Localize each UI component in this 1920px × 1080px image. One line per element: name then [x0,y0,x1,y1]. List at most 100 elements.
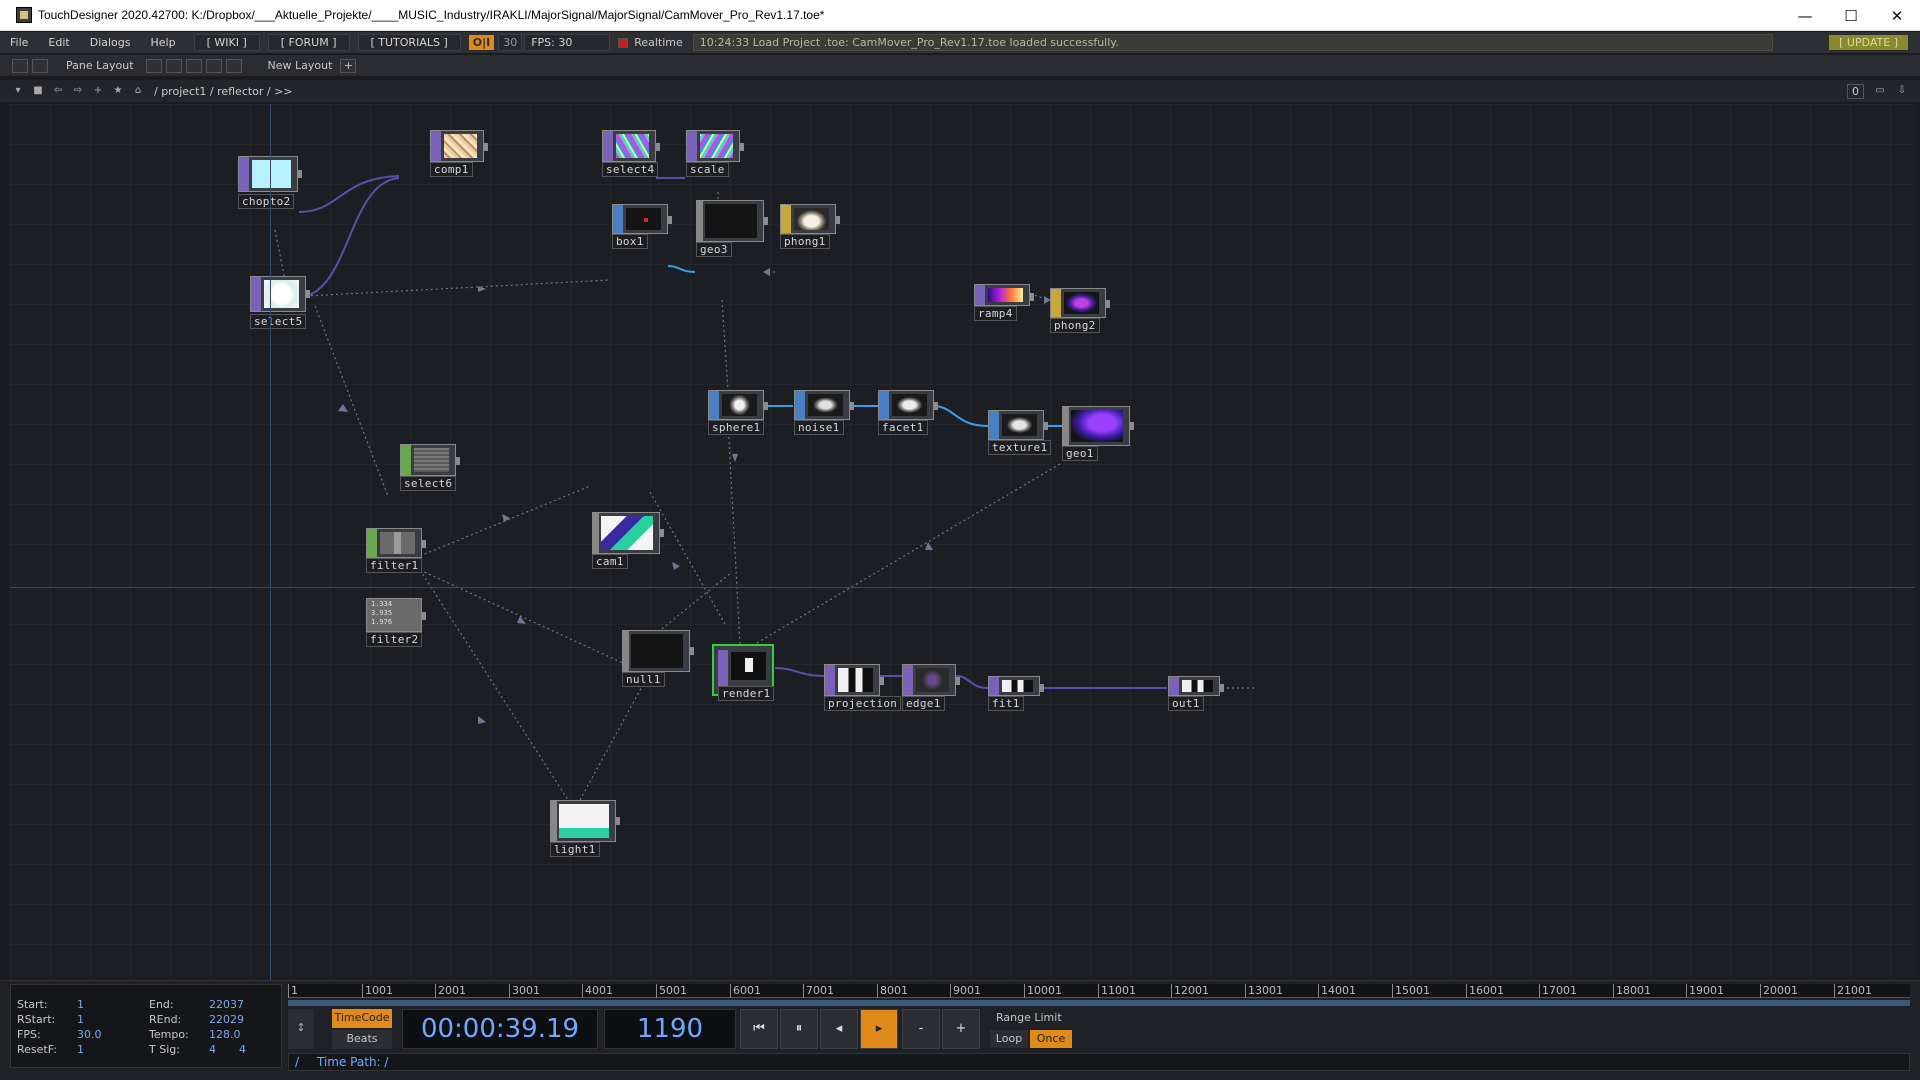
node-geo1[interactable]: geo1 [1062,406,1134,461]
arrow-filter2-cam1 [502,514,510,522]
fps-value[interactable]: 30.0 [77,1028,102,1041]
layout-split-v-icon[interactable] [165,58,182,73]
node-phong1[interactable]: phong1 [780,204,840,249]
node-label: scale [686,162,729,177]
time-path-field[interactable]: / Time Path: / [288,1053,1910,1071]
node-select5[interactable]: select5 [250,276,310,329]
node-edge1[interactable]: edge1 [902,664,960,711]
pane-icon-viewer[interactable] [32,58,48,73]
play-button[interactable]: ▸ [860,1009,898,1049]
node-chopto2[interactable]: chopto2 [238,156,302,209]
ruler-tick: 5001 [656,984,687,998]
menu-help[interactable]: Help [141,36,186,49]
pause-button[interactable]: ⏸ [780,1009,818,1049]
resetf-value[interactable]: 1 [77,1043,84,1056]
tutorials-button[interactable]: [ TUTORIALS ] [357,34,461,51]
node-select6[interactable]: select6 [400,444,460,491]
layout-split-h-icon[interactable] [185,58,202,73]
node-select4[interactable]: select4 [602,130,660,177]
end-value[interactable]: 22037 [209,998,244,1011]
node-render1[interactable]: render1 [712,644,775,701]
minimize-button[interactable]: — [1782,0,1828,31]
once-button[interactable]: Once [1030,1030,1072,1048]
menu-bar: File Edit Dialogs Help [ WIKI ] [ FORUM … [0,32,1920,54]
loop-button[interactable]: Loop [990,1030,1028,1048]
skip-to-start-button[interactable]: ⏮ [740,1009,778,1049]
layout-single-icon[interactable] [145,58,162,73]
node-texture1[interactable]: texture1 [988,410,1052,455]
node-fit1[interactable]: fit1 [988,676,1044,711]
menu-file[interactable]: File [0,36,38,49]
step-plus-button[interactable]: + [942,1009,980,1049]
layout-three-icon[interactable] [205,58,222,73]
time-display[interactable]: 00:00:39.19 [402,1009,598,1049]
new-layout-label[interactable]: New Layout [268,59,333,72]
oi-toggle[interactable]: O|I [468,35,495,50]
realtime-checkbox[interactable] [618,37,629,48]
node-light1[interactable]: light1 [550,800,620,857]
node-scale[interactable]: scale [686,130,744,177]
node-comp1[interactable]: comp1 [430,130,488,177]
ruler-tick: 1001 [362,984,393,998]
node-label: select4 [602,162,659,177]
node-box1[interactable]: box1 [612,204,672,249]
timeline-toggle-icon[interactable]: ↕ [288,1009,314,1049]
status-message: 10:24:33 Load Project .toe: CamMover_Pro… [692,34,1773,51]
node-label: render1 [718,686,775,701]
close-button[interactable]: ✕ [1874,0,1920,31]
ruler-tick: 15001 [1392,984,1430,998]
node-noise1[interactable]: noise1 [794,390,854,435]
stop-icon[interactable]: ■ [30,84,46,98]
star-icon[interactable]: ★ [110,84,126,98]
back-icon[interactable]: ⇦ [50,84,66,98]
add-layout-button[interactable]: + [340,58,357,73]
maximize-button[interactable]: ☐ [1828,0,1874,31]
layout-four-icon[interactable] [225,58,242,73]
menu-dialogs[interactable]: Dialogs [80,36,141,49]
node-sphere1[interactable]: sphere1 [708,390,768,435]
pin-icon[interactable]: ⇩ [1894,84,1910,98]
rstart-value[interactable]: 1 [77,1013,84,1026]
node-label: fit1 [988,696,1024,711]
node-geo3[interactable]: geo3 [696,200,768,257]
node-projection[interactable]: projection [824,664,902,711]
forward-icon[interactable]: ⇨ [70,84,86,98]
step-back-button[interactable]: ◂ [820,1009,858,1049]
tsig-numerator[interactable]: 4 [209,1043,216,1056]
node-null1[interactable]: null1 [622,630,694,687]
timeline-ruler[interactable]: 1 1001 2001 3001 4001 5001 6001 7001 8001 9001 100… [288,984,1910,998]
start-value[interactable]: 1 [77,998,84,1011]
frame-display[interactable]: 1190 [604,1009,736,1049]
timecode-button[interactable]: TimeCode [332,1009,392,1028]
menu-edit[interactable]: Edit [38,36,79,49]
node-out1[interactable]: out1 [1168,676,1224,711]
node-phong2[interactable]: phong2 [1050,288,1110,333]
path-bar: ▾ ■ ⇦ ⇨ + ★ ⌂ / project1 / reflector / >… [0,80,1920,102]
wiki-button[interactable]: [ WIKI ] [193,34,260,51]
pane-icon-network[interactable] [12,58,28,73]
node-filter1[interactable]: filter1 [366,528,426,573]
node-facet1[interactable]: facet1 [878,390,938,435]
rend-value[interactable]: 22029 [209,1013,244,1026]
tsig-label: T Sig: [149,1043,180,1056]
home-icon[interactable]: ⌂ [130,84,146,98]
step-minus-button[interactable]: - [902,1009,940,1049]
forum-button[interactable]: [ FORUM ] [267,34,350,51]
network-path[interactable]: / project1 / reflector / >> [154,85,293,98]
node-cam1[interactable]: cam1 [592,512,664,569]
maximize-pane-icon[interactable]: ▭ [1872,84,1888,98]
network-editor[interactable]: chopto2 comp1 select4 scale box1 geo3 ph… [10,104,1915,980]
node-filter2[interactable]: 1.334 3.935 1.976 filter2 [366,598,426,647]
wire-geo1-render1 [754,463,1061,645]
arrow-filter1-select5 [338,404,348,412]
update-button[interactable]: [ UPDATE ] [1829,35,1908,50]
fps-target[interactable]: 30 [498,34,523,51]
chevron-down-icon[interactable]: ▾ [10,84,26,98]
tsig-denominator[interactable]: 4 [239,1043,246,1056]
beats-button[interactable]: Beats [332,1030,392,1049]
node-ramp4[interactable]: ramp4 [974,284,1034,321]
add-icon[interactable]: + [90,84,106,98]
timeline-scrub-bar[interactable] [288,1000,1910,1006]
time-path-text: Time Path: / [317,1055,389,1069]
tempo-value[interactable]: 128.0 [209,1028,241,1041]
